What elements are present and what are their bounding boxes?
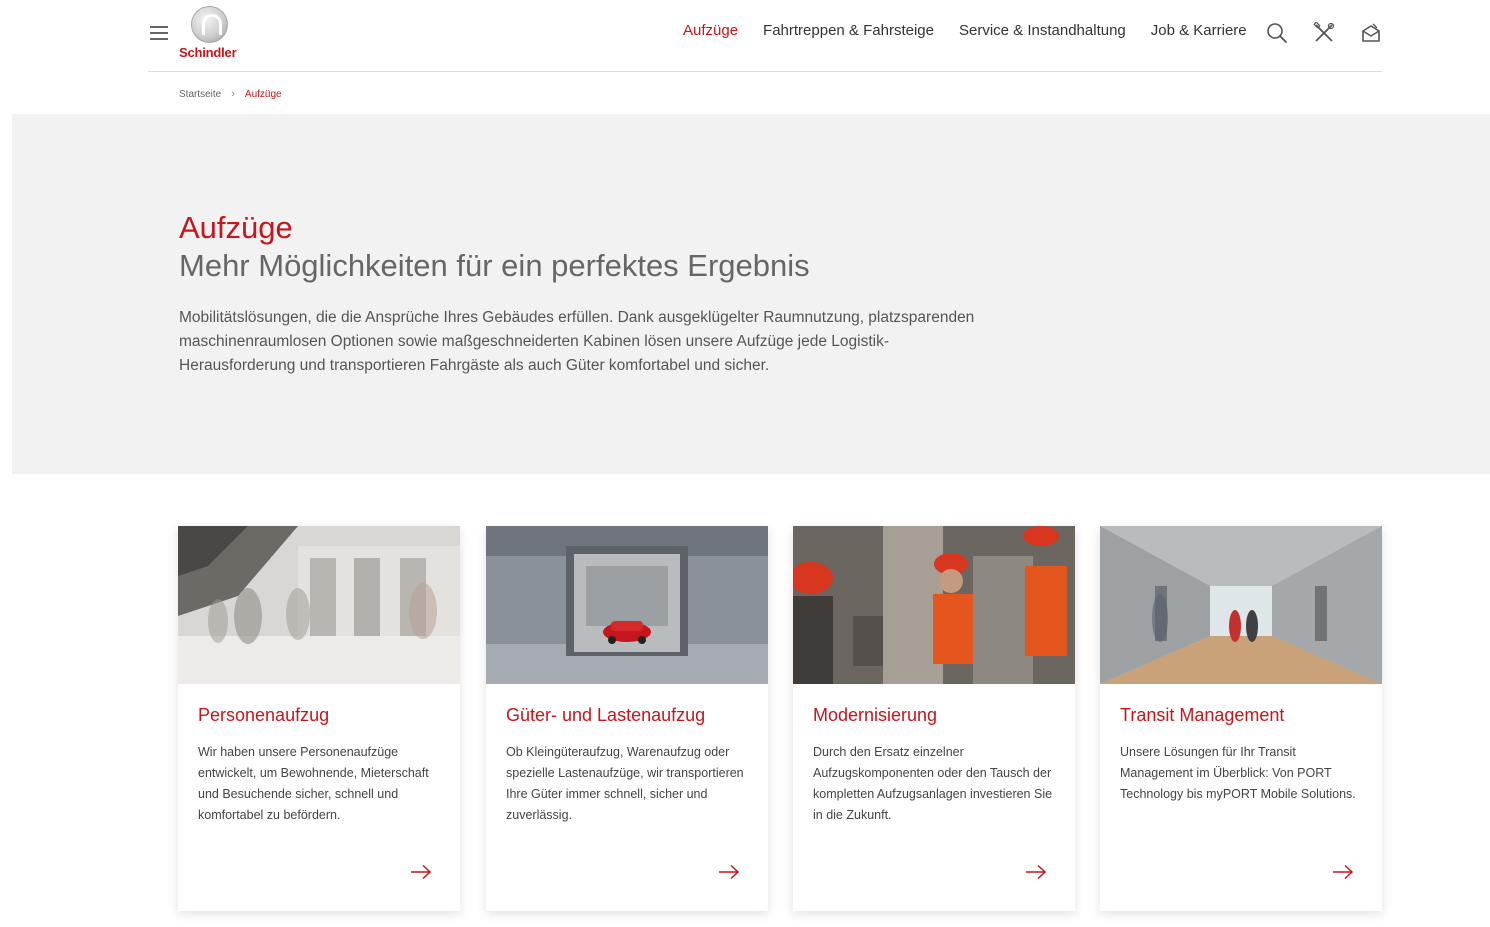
card-gueteraufzug[interactable]: Güter- und Lastenaufzug Ob Kleingüterauf… [486,526,768,911]
tools-icon[interactable] [1313,21,1335,44]
hero-section: Aufzüge Mehr Möglichkeiten für ein perfe… [12,114,1490,474]
card-transit-management[interactable]: Transit Management Unsere Lösungen für I… [1100,526,1382,911]
schindler-logo[interactable]: Schindler [178,6,242,62]
card-title: Transit Management [1120,705,1285,725]
card-title: Güter- und Lastenaufzug [506,705,706,725]
header-bar: Schindler Aufzüge Fahrtreppen & Fahrstei… [148,0,1382,72]
site-header: Schindler Aufzüge Fahrtreppen & Fahrstei… [0,0,1490,72]
card-image-modernisierung [793,526,1075,684]
chevron-right-icon: › [231,88,235,100]
card-title: Personenaufzug [198,705,330,725]
card-personenaufzug[interactable]: Personenaufzug Wir haben unsere Personen… [178,526,460,911]
card-title: Modernisierung [813,705,938,725]
arrow-right-icon[interactable] [1025,864,1047,880]
card-text: Unsere Lösungen für Ihr Transit Manageme… [1120,745,1356,801]
arrow-right-icon[interactable] [718,864,740,880]
page-subtitle: Mehr Möglichkeiten für ein perfektes Erg… [179,248,810,283]
breadcrumb: Startseite › Aufzüge [179,88,282,100]
page-title: Aufzüge [179,210,293,245]
card-image-personenaufzug [178,526,460,684]
nav-item-service[interactable]: Service & Instandhaltung [959,22,1126,39]
breadcrumb-home[interactable]: Startseite [179,89,221,100]
search-icon[interactable] [1266,22,1288,44]
nav-item-fahrtreppen[interactable]: Fahrtreppen & Fahrsteige [763,22,934,39]
card-text: Durch den Ersatz einzelner Aufzugskompon… [813,745,1053,822]
arrow-right-icon[interactable] [410,864,432,880]
menu-icon[interactable] [150,26,168,40]
main-nav: Aufzüge Fahrtreppen & Fahrsteige Service… [683,22,1272,39]
hero-description: Mobilitätslösungen, die die Ansprüche Ih… [179,309,975,374]
nav-item-aufzuege[interactable]: Aufzüge [683,22,738,39]
card-text: Ob Kleingüteraufzug, Warenaufzug oder sp… [506,745,744,822]
card-modernisierung[interactable]: Modernisierung Durch den Ersatz einzelne… [793,526,1075,911]
card-text: Wir haben unsere Personenaufzüge entwick… [198,745,429,822]
logo-emblem [191,6,228,43]
card-image-gueteraufzug [486,526,768,684]
breadcrumb-current: Aufzüge [244,88,282,100]
contact-icon[interactable] [1360,22,1382,44]
card-image-transit [1100,526,1382,684]
product-cards: Personenaufzug Wir haben unsere Personen… [178,526,1382,911]
logo-wordmark: Schindler [179,45,237,60]
nav-item-karriere[interactable]: Job & Karriere [1151,22,1247,39]
arrow-right-icon[interactable] [1332,864,1354,880]
